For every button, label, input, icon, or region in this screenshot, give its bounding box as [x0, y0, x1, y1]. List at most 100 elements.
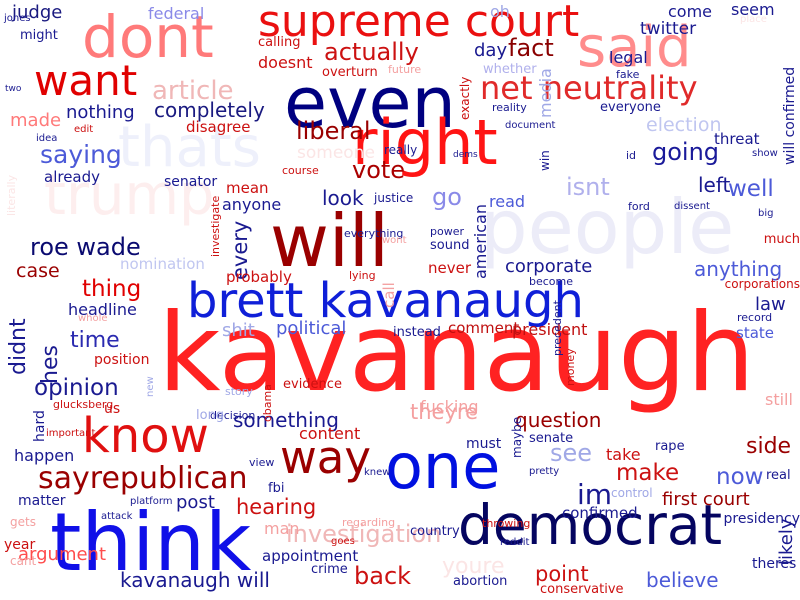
- word: rape: [655, 439, 685, 454]
- word: never: [428, 259, 472, 277]
- word: view: [249, 456, 275, 469]
- word: believe: [646, 568, 719, 592]
- word: time: [70, 328, 120, 353]
- word: left: [698, 173, 731, 197]
- word: corporate: [505, 256, 593, 277]
- word: money: [564, 348, 577, 386]
- word-cloud: kavanaugh people even think will one don…: [0, 0, 800, 600]
- word: dissent: [674, 201, 710, 212]
- word: position: [94, 352, 150, 368]
- word: dems: [453, 150, 478, 160]
- word: day: [474, 40, 508, 61]
- word: ford: [628, 200, 650, 213]
- word: much: [763, 232, 800, 247]
- word: become: [529, 275, 574, 288]
- word: look: [322, 186, 364, 210]
- word: power: [430, 225, 464, 238]
- word: someone: [297, 143, 375, 163]
- word: really: [384, 143, 418, 157]
- word: didnt: [6, 318, 31, 375]
- word: lying: [349, 269, 376, 282]
- word: going: [652, 138, 720, 166]
- word: know: [82, 408, 209, 464]
- word: real: [766, 468, 791, 483]
- word: hearing: [236, 495, 317, 519]
- word: well: [728, 176, 774, 202]
- word: will confirmed: [782, 66, 798, 165]
- word: knew: [364, 467, 391, 478]
- word: long: [196, 408, 225, 423]
- word: us: [104, 401, 121, 417]
- word: question: [515, 408, 602, 432]
- word: go: [432, 183, 462, 211]
- word: future: [388, 63, 422, 76]
- word: exactly: [458, 76, 472, 120]
- word: actually: [324, 38, 419, 66]
- word: probably: [226, 268, 292, 286]
- word: control: [611, 486, 653, 500]
- word: thing: [82, 276, 142, 302]
- word: senator: [164, 174, 218, 190]
- word: win: [538, 150, 552, 171]
- word: gets: [10, 515, 36, 529]
- word: kavanaugh will: [120, 568, 270, 592]
- word: literally: [5, 174, 18, 216]
- word: idea: [36, 133, 58, 144]
- word: made: [10, 110, 62, 131]
- word: side: [746, 434, 792, 459]
- word: sayrepublican: [38, 461, 248, 496]
- word: want: [34, 56, 138, 105]
- word: hes: [38, 345, 63, 384]
- word: theres: [752, 556, 797, 572]
- word: post: [176, 492, 215, 513]
- word: jones: [4, 13, 31, 24]
- word: still: [765, 390, 793, 409]
- word: take: [606, 445, 641, 464]
- word: calling: [258, 35, 301, 50]
- word: already: [44, 168, 101, 186]
- word: regarding: [342, 516, 396, 529]
- word: fake: [616, 68, 640, 81]
- word: reddit: [500, 537, 530, 548]
- word: overturn: [322, 65, 378, 80]
- word: call: [380, 282, 398, 308]
- word: year: [4, 537, 36, 553]
- word: obama: [261, 384, 274, 422]
- word: justice: [374, 191, 414, 205]
- word: political: [276, 318, 347, 339]
- word: will: [270, 199, 389, 283]
- word: fucking: [420, 397, 479, 416]
- word: case: [16, 260, 60, 282]
- word: nothing: [66, 102, 135, 123]
- word: everyone: [600, 100, 661, 115]
- word: fact: [508, 34, 554, 62]
- word: maybe: [510, 416, 524, 458]
- word: presidency: [723, 511, 800, 527]
- word: mean: [226, 179, 269, 197]
- word: attack: [101, 511, 133, 522]
- word: threat: [714, 130, 760, 148]
- word: comment: [448, 319, 520, 337]
- word: read: [489, 192, 526, 211]
- word: big: [758, 208, 774, 219]
- word: make: [616, 460, 680, 486]
- word: saying: [40, 140, 122, 169]
- word: corporations: [724, 277, 800, 291]
- word: senate: [529, 431, 574, 446]
- word: id: [626, 149, 637, 162]
- word: media: [536, 68, 555, 118]
- word: instead: [393, 325, 441, 340]
- word: throwing: [482, 517, 531, 530]
- word: completely: [154, 98, 265, 122]
- word: man: [264, 519, 300, 538]
- word: show: [752, 148, 778, 159]
- word: story: [225, 385, 253, 398]
- word: election: [646, 114, 722, 136]
- word: appointment: [262, 547, 359, 565]
- word: legal: [609, 48, 648, 67]
- word: confirmed: [562, 504, 638, 522]
- word: wont: [382, 235, 407, 246]
- word: content: [299, 424, 361, 443]
- word: conservative: [540, 582, 624, 597]
- word: must: [466, 436, 502, 452]
